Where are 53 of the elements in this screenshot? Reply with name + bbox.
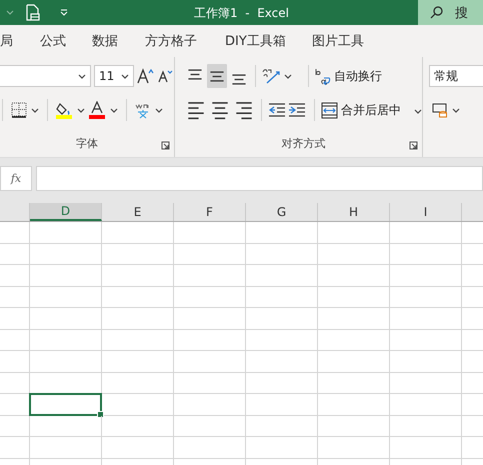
merge-center-button[interactable]: 合并后居中 (321, 102, 422, 118)
dialog-launcher-icon[interactable] (161, 141, 170, 150)
merge-cells-icon (321, 102, 338, 118)
column-header[interactable]: I (390, 203, 462, 221)
window-title: 工作簿1 - Excel (192, 5, 290, 22)
font-size-field[interactable]: 11 (94, 65, 134, 87)
phonetic-guide-icon[interactable] (135, 102, 151, 118)
decrease-font-icon[interactable] (158, 69, 174, 83)
align-middle-icon (209, 70, 225, 82)
borders-icon[interactable] (11, 102, 27, 118)
dialog-launcher-icon[interactable] (409, 141, 418, 150)
orientation-icon[interactable] (262, 68, 282, 84)
column-header[interactable]: E (102, 203, 174, 221)
column-header[interactable]: G (246, 203, 318, 221)
print-preview-icon[interactable] (26, 4, 40, 21)
active-cell[interactable] (29, 393, 102, 416)
caret-icon[interactable] (31, 108, 39, 112)
number-format-field[interactable]: 常规 (429, 65, 483, 87)
caret-icon[interactable] (155, 108, 163, 112)
decrease-indent-icon[interactable] (268, 103, 286, 117)
wrap-text-icon (315, 67, 331, 85)
vertical-align-button[interactable] (207, 64, 227, 88)
group-label: 对齐方式 (282, 136, 326, 151)
column-header[interactable]: D (30, 203, 102, 221)
increase-font-icon[interactable] (137, 68, 155, 84)
align-top-icon (187, 69, 203, 80)
formula-input[interactable] (36, 166, 483, 191)
wrap-text-button[interactable]: 自动换行 (315, 67, 382, 85)
ribbon-tab[interactable]: 图片工具 (312, 32, 364, 50)
caret-icon[interactable] (78, 74, 86, 78)
customize-icon[interactable] (60, 9, 68, 16)
fill-color-icon[interactable] (56, 101, 73, 119)
increase-indent-icon[interactable] (288, 103, 306, 117)
insert-function-button[interactable]: fx (0, 166, 32, 191)
column-header[interactable]: H (318, 203, 390, 221)
caret-icon[interactable] (414, 109, 422, 114)
group-label: 字体 (76, 136, 98, 151)
font-color-icon[interactable] (89, 101, 106, 119)
font-name-field[interactable] (0, 65, 91, 87)
caret-icon[interactable] (121, 74, 129, 78)
align-bottom-icon (231, 74, 247, 85)
caret-icon[interactable] (452, 108, 460, 112)
caret-icon[interactable] (77, 108, 85, 112)
ribbon-tab[interactable]: 数据 (92, 32, 118, 50)
search-icon (430, 6, 443, 19)
ribbon-tab[interactable]: 公式 (40, 32, 66, 50)
caret-icon[interactable] (110, 108, 118, 112)
caret-icon[interactable] (284, 74, 292, 78)
ribbon-tab[interactable]: 方方格子 (145, 32, 197, 50)
ribbon-tab[interactable]: DIY工具箱 (225, 32, 286, 50)
search-field[interactable]: 搜 (418, 0, 483, 25)
ribbon-tab[interactable]: 局 (0, 32, 13, 50)
column-header[interactable]: F (174, 203, 246, 221)
